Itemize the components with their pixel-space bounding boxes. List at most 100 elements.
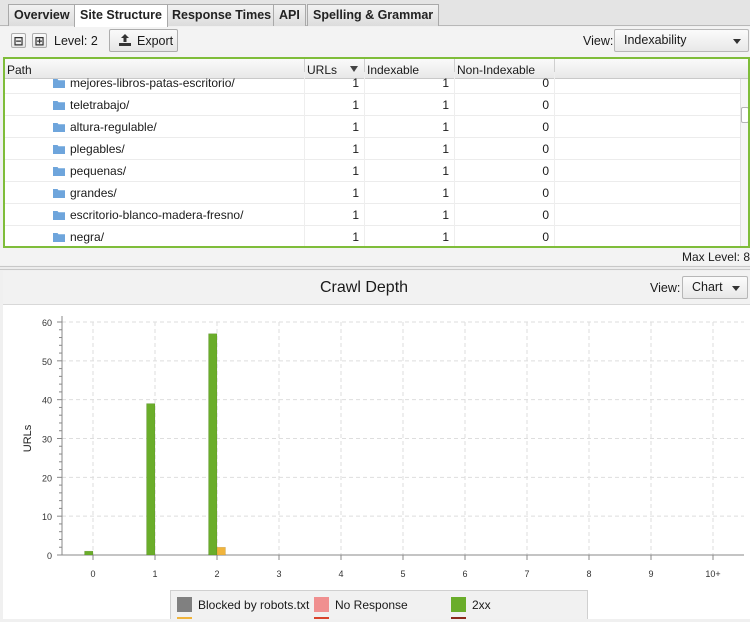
- export-button[interactable]: Export: [109, 29, 178, 52]
- x-tick-label: 9: [648, 569, 653, 579]
- folder-icon: [53, 145, 65, 154]
- non-indexable-cell: 0: [455, 182, 555, 204]
- x-tick-label: 8: [586, 569, 591, 579]
- scrollbar-thumb[interactable]: [741, 107, 748, 123]
- status-bar: Max Level: 8: [0, 248, 750, 265]
- urls-cell: 1: [305, 160, 365, 182]
- non-indexable-cell: 0: [455, 160, 555, 182]
- tab-response-times[interactable]: Response Times: [166, 4, 278, 26]
- table-row[interactable]: mejores-libros-patas-escritorio/1 1 0: [5, 72, 743, 94]
- y-tick-label: 60: [42, 318, 52, 328]
- non-indexable-cell: 0: [455, 116, 555, 138]
- x-tick-label: 1: [152, 569, 157, 579]
- urls-cell: 1: [305, 204, 365, 226]
- table-row[interactable]: negra/1 1 0: [5, 226, 743, 246]
- non-indexable-cell: 0: [455, 94, 555, 116]
- crawl-depth-chart: 0 10 20 30 40 50 60 0 1 2 3 4 5 6 7 8 9 10+ URLs: [22, 316, 744, 579]
- y-tick-label: 20: [42, 473, 52, 483]
- indexable-cell: 1: [365, 226, 455, 246]
- y-tick-label: 10: [42, 512, 52, 522]
- urls-cell: 1: [305, 226, 365, 246]
- legend-label: No Response: [335, 598, 408, 612]
- path-text: teletrabajo/: [70, 98, 130, 112]
- legend-label: Blocked by robots.txt: [198, 598, 310, 612]
- table-row[interactable]: pequenas/1 1 0: [5, 160, 743, 182]
- view-select-value: Indexability: [624, 33, 687, 47]
- panel-splitter[interactable]: [0, 266, 750, 270]
- view-label: View:: [583, 34, 614, 48]
- indexable-cell: 1: [365, 204, 455, 226]
- indexable-cell: 1: [365, 182, 455, 204]
- indexable-cell: 1: [365, 94, 455, 116]
- legend-swatch: [451, 597, 466, 612]
- chevron-down-icon: [732, 286, 740, 291]
- level-indicator: Level: 2: [54, 34, 98, 48]
- urls-cell: 1: [305, 138, 365, 160]
- urls-cell: 1: [305, 182, 365, 204]
- indexable-cell: 1: [365, 160, 455, 182]
- legend-swatch: [314, 597, 329, 612]
- export-label: Export: [137, 33, 174, 48]
- y-tick-label: 0: [47, 551, 52, 561]
- expand-level-button[interactable]: ⊞: [32, 33, 47, 48]
- table-row[interactable]: grandes/1 1 0: [5, 182, 743, 204]
- path-text: grandes/: [70, 186, 117, 200]
- legend-swatch: [177, 597, 192, 612]
- bar: [216, 546, 226, 556]
- path-text: negra/: [70, 230, 105, 244]
- chart-area: 0 10 20 30 40 50 60 0 1 2 3 4 5 6 7 8 9 10+ URLs: [3, 305, 750, 619]
- chart-view-select-value: Chart: [692, 280, 723, 294]
- y-tick-label: 50: [42, 357, 52, 367]
- tab-site-structure[interactable]: Site Structure: [74, 4, 168, 27]
- non-indexable-cell: 0: [455, 204, 555, 226]
- table-row[interactable]: altura-regulable/1 1 0: [5, 116, 743, 138]
- path-text: altura-regulable/: [70, 120, 157, 134]
- indexable-cell: 1: [365, 72, 455, 94]
- bar: [84, 550, 94, 556]
- path-cell: grandes/: [5, 182, 305, 204]
- non-indexable-cell: 0: [455, 226, 555, 246]
- y-tick-label: 40: [42, 396, 52, 406]
- path-cell: negra/: [5, 226, 305, 246]
- folder-icon: [53, 167, 65, 176]
- chart-view-select[interactable]: Chart: [682, 276, 748, 299]
- folder-icon: [53, 211, 65, 220]
- tab-spelling-grammar[interactable]: Spelling & Grammar: [307, 4, 440, 26]
- indexable-cell: 1: [365, 116, 455, 138]
- table-row[interactable]: escritorio-blanco-madera-fresno/1 1 0: [5, 204, 743, 226]
- table-row[interactable]: plegables/1 1 0: [5, 138, 743, 160]
- folder-icon: [53, 101, 65, 110]
- path-cell: altura-regulable/: [5, 116, 305, 138]
- x-tick-label: 6: [462, 569, 467, 579]
- site-structure-table: Path URLs Indexable Non-Indexable mejore…: [3, 57, 750, 248]
- non-indexable-cell: 0: [455, 72, 555, 94]
- urls-cell: 1: [305, 94, 365, 116]
- x-tick-label: 10+: [705, 569, 720, 579]
- chart-title: Crawl Depth: [320, 279, 409, 296]
- y-tick-label: 30: [42, 435, 52, 445]
- path-cell: escritorio-blanco-madera-fresno/: [5, 204, 305, 226]
- table-scrollbar[interactable]: [740, 79, 748, 246]
- collapse-icon: ⊟: [13, 33, 24, 48]
- collapse-level-button[interactable]: ⊟: [11, 33, 26, 48]
- path-cell: mejores-libros-patas-escritorio/: [5, 72, 305, 94]
- folder-icon: [53, 233, 65, 242]
- folder-icon: [53, 79, 65, 88]
- bar: [208, 333, 218, 556]
- indexable-cell: 1: [365, 138, 455, 160]
- x-tick-label: 7: [524, 569, 529, 579]
- export-icon: [119, 34, 131, 46]
- urls-cell: 1: [305, 116, 365, 138]
- chart-legend: Blocked by robots.txt No Response 2xx: [170, 590, 588, 619]
- urls-cell: 1: [305, 72, 365, 94]
- x-tick-label: 5: [400, 569, 405, 579]
- table-row[interactable]: teletrabajo/1 1 0: [5, 94, 743, 116]
- path-text: pequenas/: [70, 164, 127, 178]
- folder-icon: [53, 123, 65, 132]
- y-axis-label: URLs: [22, 424, 34, 452]
- view-select[interactable]: Indexability: [614, 29, 749, 52]
- non-indexable-cell: 0: [455, 138, 555, 160]
- tab-api[interactable]: API: [273, 4, 306, 26]
- chart-header: Crawl Depth View: Chart: [3, 271, 750, 305]
- tab-overview[interactable]: Overview: [8, 4, 76, 26]
